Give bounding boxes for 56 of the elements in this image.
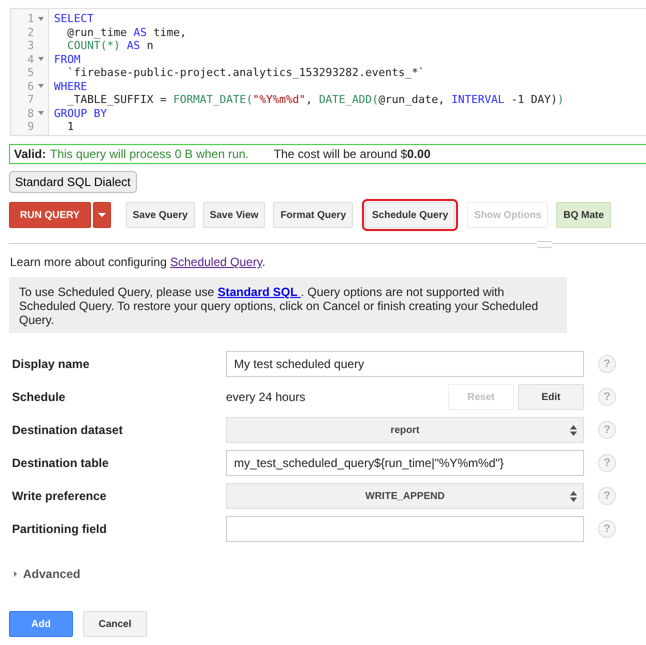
run-query-button[interactable]: RUN QUERY [9,202,91,228]
scheduled-query-link[interactable]: Scheduled Query [170,255,262,269]
toolbar-button[interactable]: Format Query [273,202,354,228]
advanced-toggle[interactable]: Advanced [14,567,80,581]
line-number: 7 [27,93,34,106]
notice-message: To use Scheduled Query, please use Standard SQL . Query options are not supported with Scheduled Query. To restore your query options, click on Cancel or finish creating your Scheduled Query. [9,277,567,333]
line-number: 8 [27,106,34,120]
code-line: _TABLE_SUFFIX = FORMAT_DATE("%Y%m%d", DATE_ADD(@run_date, INTERVAL -1 DAY)) [66,93,564,106]
input-field[interactable]: my_test_scheduled_query${run_time|"%Y%m%d"} [226,450,584,476]
input-field[interactable]: My test scheduled query [226,351,584,377]
validation-message: This query will process 0 B when run. [50,147,249,161]
sort-arrows-icon [570,491,577,502]
line-number: 6 [27,80,34,93]
code-line: COUNT(*) AS n [66,39,154,52]
valid-label: Valid: [14,147,46,161]
schedule-value: every 24 hours [226,390,306,404]
code-line: WHERE [54,80,88,93]
code-line: GROUP BY [54,106,108,120]
field-label: Display name [12,357,90,371]
toolbar-button[interactable]: Schedule Query [365,202,456,228]
code-line: 1 [66,120,75,134]
line-number: 4 [27,52,34,66]
fold-arrow-icon[interactable] [38,16,44,21]
field-label: Schedule [12,390,66,404]
cancel-button[interactable]: Cancel [83,611,147,637]
toolbar-button[interactable]: BQ Mate [556,202,611,228]
caret-icon [98,213,106,217]
cost-estimate: The cost will be around $0.00 [274,147,431,161]
schedule-button[interactable]: Edit [518,384,584,410]
line-number: 2 [27,26,34,39]
code-editor[interactable] [10,8,646,136]
help-text: Learn more about configuring Scheduled Query. [10,255,266,269]
fold-arrow-icon[interactable] [38,84,44,88]
code-line: SELECT [54,12,95,26]
line-number: 9 [27,120,34,134]
line-number: 3 [27,39,34,52]
line-number: 5 [27,66,34,80]
fold-arrow-icon[interactable] [38,57,44,62]
code-line: `firebase-public-project.analytics_153293282.events_*` [66,66,426,80]
field-label: Destination dataset [12,423,124,437]
dropdown-select[interactable]: report [226,417,584,443]
toolbar-button[interactable]: Save Query [126,202,195,228]
fold-arrow-icon[interactable] [38,111,44,116]
field-label: Destination table [12,456,110,470]
sort-arrows-icon [570,425,577,436]
standard-sql-link[interactable]: Standard SQL [218,285,301,299]
code-line: FROM [54,52,82,66]
toolbar-button[interactable]: Save View [202,202,266,228]
dropdown-select[interactable]: WRITE_APPEND [226,483,584,509]
input-field[interactable] [226,516,584,542]
code-line: @run_time AS time, [66,26,188,39]
line-number: 1 [27,12,34,26]
field-label: Partitioning field [12,522,108,536]
dropdown-button[interactable] [92,202,111,228]
dialect-button[interactable]: Standard SQL Dialect [9,171,137,193]
field-label: Write preference [12,489,108,503]
